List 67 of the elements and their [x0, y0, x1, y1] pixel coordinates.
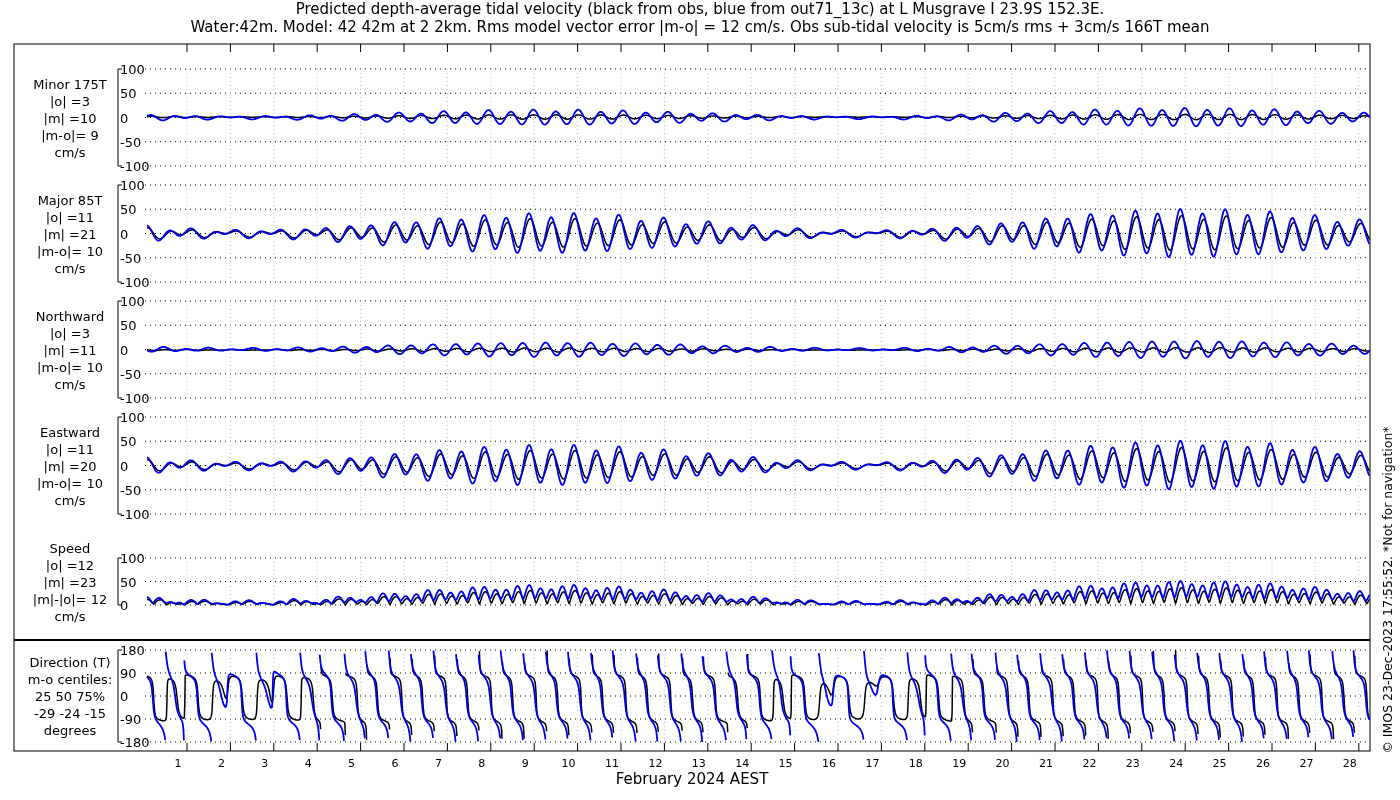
axis-tick-label: 12	[648, 757, 663, 770]
axis-tick-label: 0	[120, 110, 129, 126]
axis-tick-label: 22	[1082, 757, 1097, 770]
axis-tick-label: 14	[735, 757, 750, 770]
axis-tick-label: 100	[120, 178, 145, 193]
axis-tick-label: 15	[778, 757, 793, 770]
axis-tick-label: 7	[434, 757, 442, 770]
axis-tick-label: -50	[120, 366, 142, 382]
axis-tick-label: -100	[120, 507, 150, 522]
axis-tick-label: -100	[120, 391, 150, 406]
axis-tick-label: 50	[120, 318, 137, 334]
axis-tick-label: 25	[1212, 757, 1227, 770]
axis-tick-label: 1	[174, 757, 182, 770]
axis-tick-label: -50	[120, 134, 142, 150]
axis-tick-label: 180	[120, 643, 145, 658]
axis-tick-label: 50	[120, 86, 137, 102]
axis-tick-label: 10	[561, 757, 576, 770]
axis-tick-label: 26	[1256, 757, 1270, 770]
axis-tick-label: 19	[952, 757, 967, 770]
chart-title: Water:42m. Model: 42 42m at 2 2km. Rms model vector error |m-o| = 12 cm/s. Obs sub-tidal velocity is 5cm/s rms + 3cm/s 166T mean	[190, 18, 1210, 36]
axis-tick-label: 20	[995, 757, 1010, 770]
axis-tick-label: -100	[120, 275, 150, 290]
axis-tick-label: -50	[120, 482, 142, 498]
axis-tick-label: 11	[605, 757, 619, 770]
axis-tick-label: 50	[120, 202, 137, 218]
axis-tick-label: 23	[1125, 757, 1140, 770]
panel-label: Speed |o| =12 |m| =23 |m|-|o|= 12 cm/s	[32, 540, 108, 624]
axis-tick-label: 4	[304, 757, 312, 770]
axis-tick-label: 8	[478, 757, 486, 770]
axis-tick-label: 9	[521, 757, 529, 770]
axis-tick-label: 24	[1169, 757, 1184, 770]
axis-tick-label: 90	[120, 666, 137, 681]
axis-tick-label: 13	[691, 757, 706, 770]
axis-tick-label: 0	[120, 598, 129, 613]
axis-tick-label: 28	[1342, 757, 1357, 770]
y-axis	[117, 557, 123, 606]
axis-tick-label: 0	[120, 458, 129, 474]
axis-tick-label: 100	[120, 551, 145, 566]
axis-tick-label: 3	[261, 757, 269, 770]
axis-tick-label: 100	[120, 62, 145, 77]
panel-label: Northward |o| =3 |m| =11 |m-o|= 10 cm/s	[35, 308, 105, 392]
axis-tick-label: 100	[120, 410, 145, 425]
axis-tick-label: 0	[120, 342, 129, 358]
axis-tick-label: 6	[391, 757, 399, 770]
panel-label: Direction (T) m-o centiles: 25 50 75% -29 -24 -15 degrees	[27, 655, 113, 738]
axis-tick-label: 50	[120, 434, 137, 450]
axis-tick-label: 50	[120, 574, 137, 590]
axis-tick-label: 16	[822, 757, 836, 770]
panel-label: Major 85T |o| =11 |m| =21 |m-o|= 10 cm/s	[37, 192, 103, 276]
axis-tick-label: -50	[120, 250, 142, 266]
axis-tick-label: 5	[348, 757, 356, 770]
axis-tick-label: 17	[865, 757, 880, 770]
x-axis-title: February 2024 AEST	[615, 770, 769, 788]
axis-tick-label: 27	[1299, 757, 1314, 770]
axis-tick-label: 21	[1039, 757, 1053, 770]
axis-tick-label: 100	[120, 294, 145, 309]
axis-tick-label: 0	[120, 226, 129, 242]
panel-label: Eastward |o| =11 |m| =20 |m-o|= 10 cm/s	[37, 424, 103, 508]
axis-tick-label: 18	[908, 757, 923, 770]
panel-label: Minor 175T |o| =3 |m| =10 |m-o|= 9 cm/s	[33, 76, 107, 160]
chart-title: Predicted depth-average tidal velocity (black from obs, blue from out71_13c) at L Musgrave I 23.9S 152.3E.	[295, 0, 1105, 18]
credit-text: © IMOS 23-Dec-2023 17:55:52. *Not for navigation*	[1380, 426, 1395, 754]
axis-tick-label: 2	[217, 757, 225, 770]
axis-tick-label: -90	[120, 712, 142, 727]
axis-tick-label: -100	[120, 159, 150, 174]
axis-tick-label: 0	[120, 689, 129, 704]
axis-tick-label: -180	[120, 735, 150, 750]
